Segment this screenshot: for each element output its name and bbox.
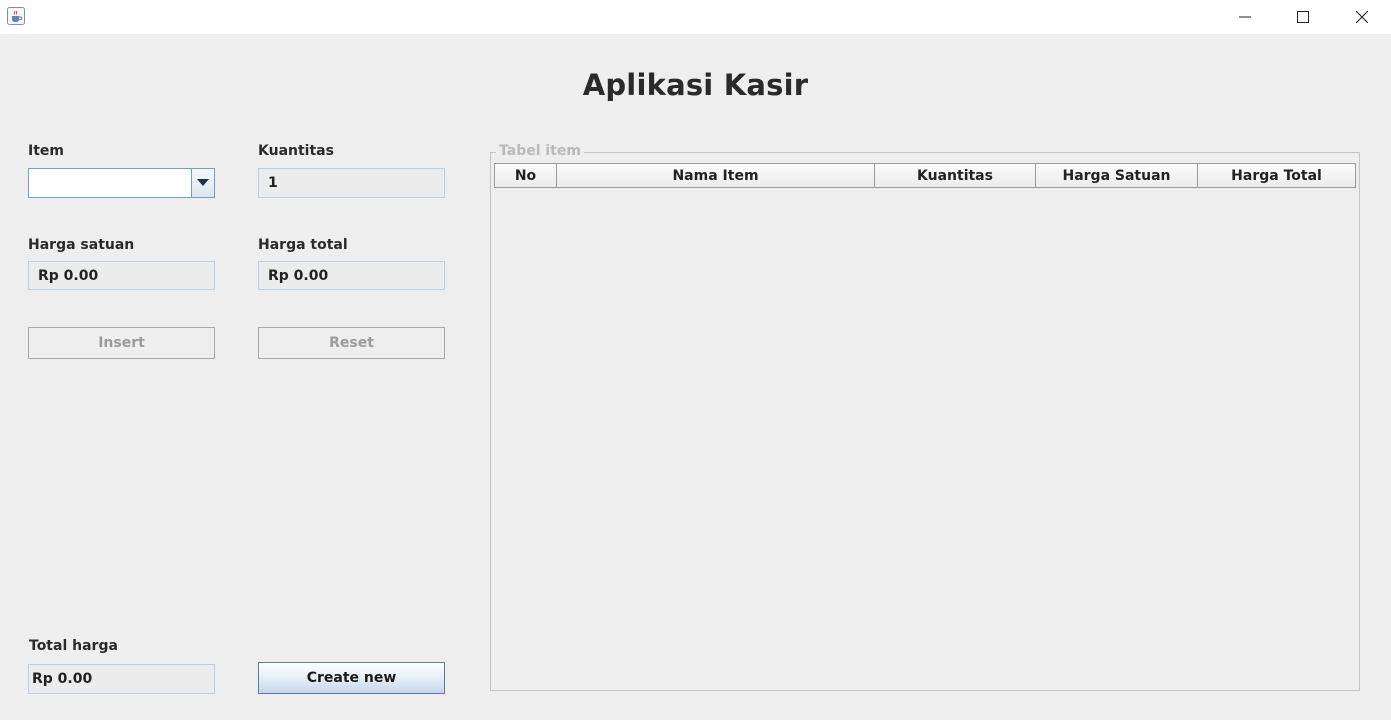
total-harga-field: Rp 0.00	[28, 664, 215, 694]
table-panel-title: Tabel item	[496, 143, 584, 159]
item-dropdown-button[interactable]	[191, 169, 214, 197]
minimize-button[interactable]	[1216, 0, 1274, 34]
column-header-harga-satuan[interactable]: Harga Satuan	[1035, 163, 1197, 188]
close-button[interactable]	[1333, 0, 1391, 34]
harga-satuan-field: Rp 0.00	[28, 261, 215, 290]
maximize-icon	[1297, 11, 1309, 23]
table-body[interactable]	[494, 188, 1356, 688]
harga-total-label: Harga total	[258, 237, 348, 253]
java-cup-icon	[6, 6, 26, 26]
window-titlebar	[0, 0, 1391, 34]
column-header-no[interactable]: No	[494, 163, 556, 188]
maximize-button[interactable]	[1274, 0, 1332, 34]
item-combobox[interactable]	[28, 168, 215, 198]
kuantitas-field[interactable]: 1	[258, 168, 445, 198]
chevron-down-icon	[197, 175, 209, 191]
close-icon	[1356, 11, 1368, 23]
create-new-button[interactable]: Create new	[258, 662, 445, 694]
harga-satuan-label: Harga satuan	[28, 237, 135, 253]
minimize-icon	[1239, 11, 1251, 23]
kuantitas-label: Kuantitas	[258, 143, 334, 159]
item-label: Item	[28, 143, 64, 159]
total-harga-label: Total harga	[29, 638, 118, 654]
insert-button[interactable]: Insert	[28, 327, 215, 359]
table-header: No Nama Item Kuantitas Harga Satuan Harg…	[494, 163, 1356, 188]
reset-button[interactable]: Reset	[258, 327, 445, 359]
column-header-nama-item[interactable]: Nama Item	[556, 163, 874, 188]
harga-total-field: Rp 0.00	[258, 261, 445, 290]
column-header-kuantitas[interactable]: Kuantitas	[874, 163, 1035, 188]
column-header-harga-total[interactable]: Harga Total	[1197, 163, 1356, 188]
page-title: Aplikasi Kasir	[582, 68, 809, 102]
